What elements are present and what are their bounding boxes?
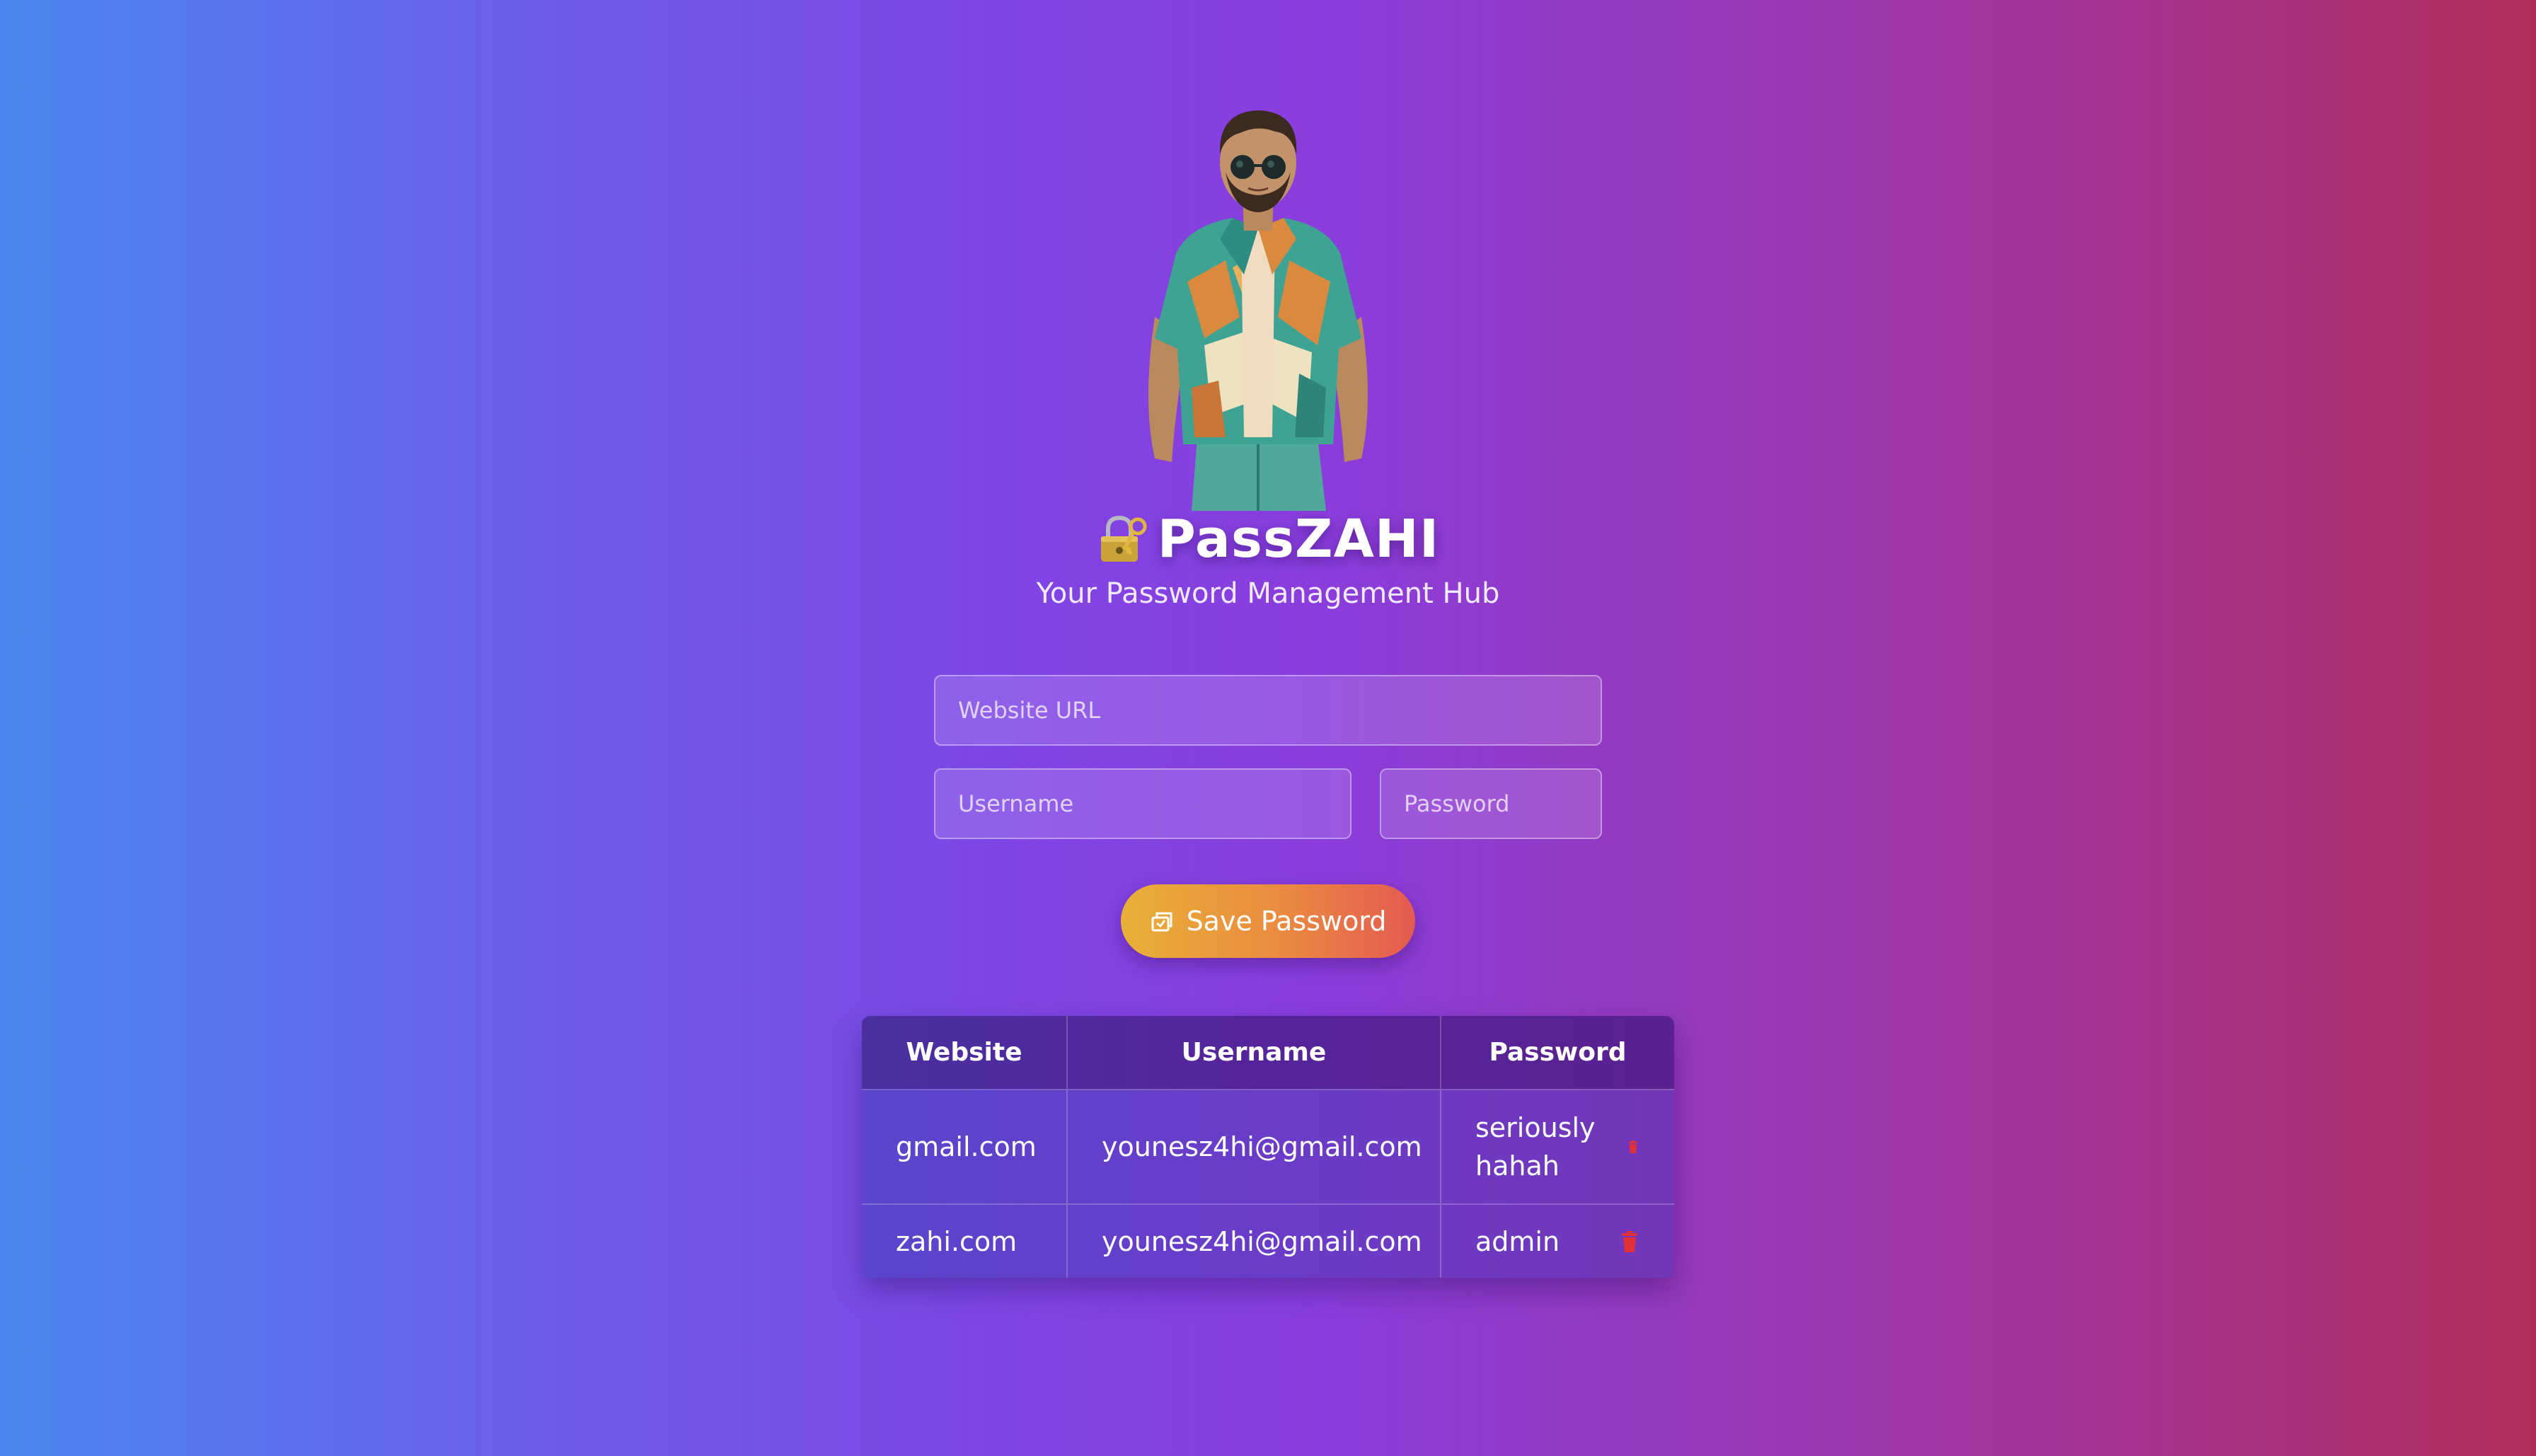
password-cell: admin [1441,1203,1674,1278]
column-header-password: Password [1489,1038,1627,1067]
username-input[interactable] [934,768,1351,839]
website-url-input[interactable] [934,675,1602,746]
trash-icon[interactable] [1627,1140,1639,1153]
save-password-label: Save Password [1186,906,1387,937]
table-row: gmail.com younesz4hi@gmail.com seriously… [862,1089,1674,1204]
username-cell: younesz4hi@gmail.com [1067,1089,1441,1204]
app-subtitle: Your Password Management Hub [1036,577,1500,610]
save-password-button[interactable]: Save Password [1121,884,1415,958]
password-value: admin [1475,1225,1560,1257]
app-title: PassZAHI [1157,509,1440,570]
app-root: PassZAHI Your Password Management Hub Sa… [0,0,2536,1456]
website-cell: gmail.com [862,1089,1068,1204]
locked-with-key-icon [1100,515,1147,562]
passwords-table: Website Username Password gmail.com youn… [862,1016,1674,1278]
username-cell: younesz4hi@gmail.com [1067,1203,1441,1278]
password-value: seriously hahah [1475,1112,1596,1181]
column-header-username: Username [1067,1016,1441,1090]
table-row: zahi.com younesz4hi@gmail.com admin [862,1203,1674,1278]
website-cell: zahi.com [862,1203,1068,1278]
password-input[interactable] [1380,768,1602,839]
password-cell: seriously hahah [1441,1089,1674,1204]
trash-icon[interactable] [1620,1230,1639,1252]
title-row: PassZAHI [0,504,2536,574]
table-header-row: Website Username Password [862,1016,1674,1090]
column-header-website: Website [862,1016,1068,1090]
save-icon [1151,912,1172,932]
avatar [1148,110,1368,511]
